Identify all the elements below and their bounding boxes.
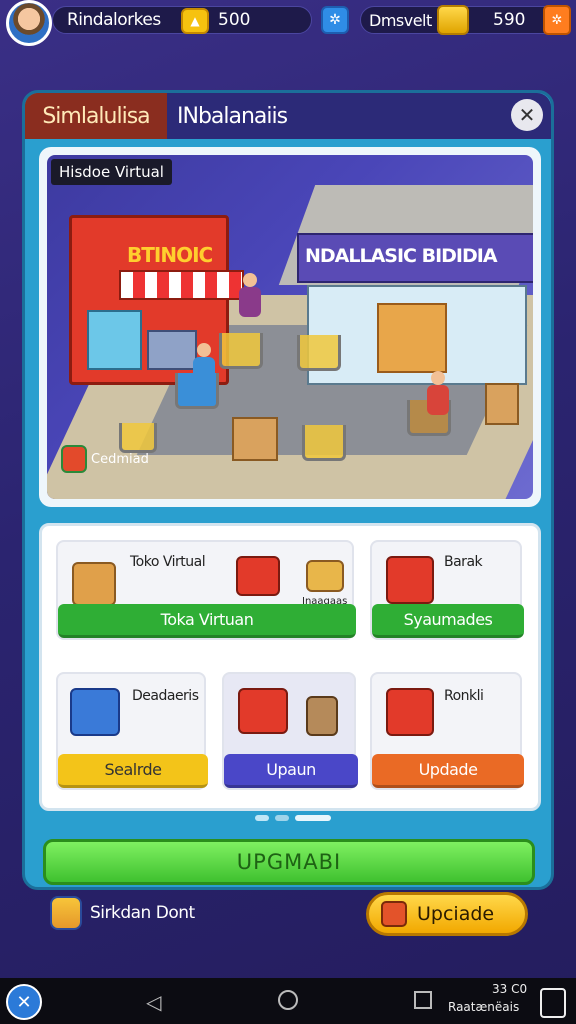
cart-icon[interactable] (302, 425, 346, 461)
tab-simulasi[interactable]: Simlalulisa (25, 93, 167, 139)
scene-view[interactable]: BTINOIC NDALLASIC BIDIDIA Hisdoe Virtual… (47, 155, 533, 499)
card-upaun[interactable]: Upaun (222, 672, 358, 790)
box-icon (485, 383, 519, 425)
feature-grid: Toko Virtual Inaagaas Toka Virtuan Barak… (39, 523, 541, 811)
blue-gear-icon[interactable]: ✲ (321, 6, 349, 34)
page-indicator (255, 815, 331, 821)
toko-virtuan-button[interactable]: Toka Virtuan (58, 604, 356, 638)
home-icon[interactable] (278, 990, 298, 1010)
tablet-icon (306, 696, 338, 736)
page-dot[interactable] (275, 815, 289, 821)
main-panel: Simlalulisa INbalanaiis ✕ BTINOIC NDALLA… (22, 90, 554, 890)
star-icon (381, 901, 407, 927)
close-icon[interactable]: ✕ (511, 99, 543, 131)
gold-value: 590 (493, 10, 526, 30)
player-name: Rindalorkes (67, 10, 161, 30)
card-label: Barak (444, 554, 483, 570)
sealrde-button[interactable]: Sealrde (58, 754, 208, 788)
scene-badge-label: Cedmiad (91, 451, 149, 467)
upgrade-button[interactable]: UPGMABI (43, 839, 535, 885)
coin-value: 500 (218, 10, 251, 30)
box-icon (306, 560, 344, 592)
currency-pill: Dmsvelt 590 (360, 5, 570, 35)
bottom-status[interactable]: Sirkdan Dont (50, 896, 195, 930)
page-dot-active[interactable] (295, 815, 331, 821)
cart-icon (238, 688, 288, 734)
coin-icon: ▲ (181, 8, 209, 34)
shop-right-shelf (377, 303, 447, 373)
cart-icon (386, 688, 434, 736)
orange-gear-icon[interactable]: ✲ (543, 5, 571, 35)
clock-time: 33 C0 (492, 982, 528, 996)
scene-title: Hisdoe Virtual (51, 159, 172, 185)
card-ronkli[interactable]: Ronkli Updade (370, 672, 524, 790)
system-nav-bar: ✕ ◁ 33 C0 Raatænëais (0, 978, 576, 1024)
tab-inbalanaiis[interactable]: INbalanaiis (171, 93, 471, 139)
shop-left-sign: BTINOIC (127, 243, 213, 267)
shop-left-shelf (87, 310, 142, 370)
shopper-figure (239, 273, 261, 323)
cart-icon (386, 556, 434, 604)
shopper-figure (427, 371, 449, 421)
tab-bar: Simlalulisa INbalanaiis ✕ (25, 93, 551, 139)
card-deadaeris[interactable]: Deadaeris Sealrde (56, 672, 208, 790)
updade-button[interactable]: Updade (372, 754, 524, 788)
card-label: Ronkli (444, 688, 484, 704)
gold-bar-icon (437, 5, 469, 35)
card-toko-virtual[interactable]: Toko Virtual Inaagaas Toka Virtuan (56, 540, 356, 640)
page-dot[interactable] (255, 815, 269, 821)
recents-icon[interactable] (414, 991, 432, 1009)
currency-name: Dmsvelt (369, 10, 432, 30)
shop-badge-icon (61, 445, 87, 473)
box-icon (72, 562, 116, 606)
store-scene: BTINOIC NDALLASIC BIDIDIA Hisdoe Virtual… (39, 147, 541, 507)
back-icon[interactable]: ◁ (146, 990, 161, 1014)
tools-icon[interactable]: ✕ (6, 984, 42, 1020)
cart-icon[interactable] (219, 333, 263, 369)
shield-icon (50, 896, 82, 930)
bottom-status-label: Sirkdan Dont (90, 903, 195, 923)
syaumades-button[interactable]: Syaumades (372, 604, 524, 638)
player-pill: Rindalorkes ▲ 500 (52, 6, 312, 34)
shop-right-sign: NDALLASIC BIDIDIA (305, 245, 498, 267)
update-button[interactable]: Upciade (366, 892, 528, 936)
avatar[interactable] (6, 0, 52, 46)
shopper-figure (193, 343, 215, 393)
cube-icon (70, 688, 120, 736)
card-label: Toko Virtual (130, 554, 206, 570)
card-label: Deadaeris (132, 688, 199, 704)
upaun-button[interactable]: Upaun (224, 754, 358, 788)
top-bar: Rindalorkes ▲ 500 ✲ Dmsvelt 590 ✲ (0, 0, 576, 46)
status-text: Raatænëais (448, 1000, 520, 1014)
shop-left-awning (119, 270, 244, 300)
scene-badge[interactable]: Cedmiad (61, 445, 149, 473)
box-icon (232, 417, 278, 461)
cart-icon[interactable] (297, 335, 341, 371)
shop-left-counter (147, 330, 197, 370)
cart-icon (236, 556, 280, 596)
battery-icon (540, 988, 566, 1018)
card-barak[interactable]: Barak Syaumades (370, 540, 524, 640)
update-button-label: Upciade (417, 903, 495, 925)
